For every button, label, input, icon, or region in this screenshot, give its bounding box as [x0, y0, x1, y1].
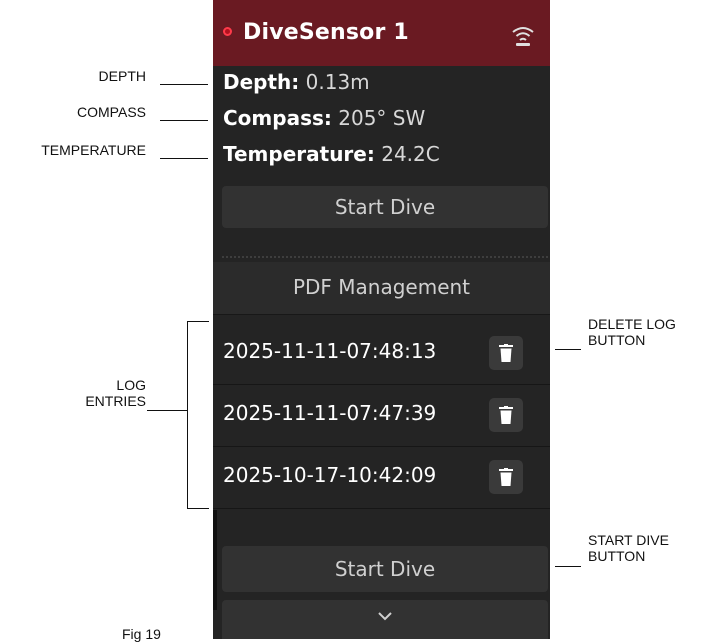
- pdf-management-bar[interactable]: PDF Management: [213, 262, 550, 315]
- leader-line-delete-log: [555, 349, 581, 350]
- wireless-signal-icon[interactable]: [510, 23, 536, 49]
- annotation-delete-log-line2: BUTTON: [588, 332, 646, 348]
- leader-line-depth: [160, 84, 208, 85]
- section-divider: [222, 256, 548, 258]
- log-entry-timestamp[interactable]: 2025-10-17-10:42:09: [223, 463, 436, 487]
- connection-status-dot: [223, 27, 232, 36]
- delete-log-button[interactable]: [489, 460, 523, 494]
- depth-readout: Depth: 0.13m: [223, 70, 370, 94]
- log-entry-timestamp[interactable]: 2025-11-11-07:47:39: [223, 401, 436, 425]
- annotation-start-dive-line2: BUTTON: [588, 548, 646, 564]
- delete-log-button[interactable]: [489, 398, 523, 432]
- expand-button[interactable]: [222, 600, 548, 639]
- start-dive-button-top[interactable]: Start Dive: [222, 186, 548, 228]
- annotation-log-entries-line2: ENTRIES: [85, 393, 146, 409]
- bracket-bottom-tick: [187, 508, 209, 509]
- log-entry-timestamp[interactable]: 2025-11-11-07:48:13: [223, 339, 436, 363]
- bracket-log-entries: [187, 321, 188, 508]
- chevron-down-icon: [378, 612, 392, 621]
- dive-sensor-panel: DiveSensor 1 Depth: 0.13m Compass: 205° …: [213, 0, 550, 639]
- leader-line-start-dive: [555, 566, 581, 567]
- trash-icon: [499, 406, 513, 424]
- start-dive-button[interactable]: Start Dive: [222, 546, 548, 592]
- compass-readout: Compass: 205° SW: [223, 106, 425, 130]
- temperature-label: Temperature:: [223, 142, 375, 166]
- temperature-readout: Temperature: 24.2C: [223, 142, 440, 166]
- compass-label: Compass:: [223, 106, 332, 130]
- trash-icon: [499, 468, 513, 486]
- leader-line-temperature: [160, 158, 208, 159]
- delete-log-button[interactable]: [489, 336, 523, 370]
- annotation-depth: DEPTH: [98, 68, 146, 84]
- pdf-management-label: PDF Management: [292, 275, 471, 299]
- log-entry-row[interactable]: 2025-11-11-07:47:39: [213, 384, 550, 447]
- log-entry-row[interactable]: 2025-11-11-07:48:13: [213, 322, 550, 385]
- temperature-value: 24.2C: [381, 142, 440, 166]
- annotation-start-dive-line1: START DIVE: [588, 532, 669, 548]
- depth-label: Depth:: [223, 70, 300, 94]
- annotation-log-entries: LOG ENTRIES: [60, 377, 146, 409]
- annotation-temperature: TEMPERATURE: [41, 142, 146, 158]
- compass-value: 205° SW: [338, 106, 426, 130]
- figure-caption: Fig 19: [122, 626, 161, 642]
- annotation-log-entries-line1: LOG: [116, 377, 146, 393]
- leader-line-log-entries: [147, 410, 187, 411]
- leader-line-compass: [160, 120, 208, 121]
- annotation-start-dive-button: START DIVE BUTTON: [588, 532, 669, 564]
- trash-icon: [499, 344, 513, 362]
- annotation-delete-log-button: DELETE LOG BUTTON: [588, 316, 676, 348]
- log-entry-row[interactable]: 2025-10-17-10:42:09: [213, 446, 550, 509]
- scroll-edge: [213, 510, 217, 610]
- annotation-delete-log-line1: DELETE LOG: [588, 316, 676, 332]
- device-title-bar: DiveSensor 1: [213, 0, 550, 66]
- annotation-compass: COMPASS: [77, 104, 146, 120]
- device-title: DiveSensor 1: [243, 20, 409, 45]
- bracket-top-tick: [187, 321, 209, 322]
- depth-value: 0.13m: [305, 70, 370, 94]
